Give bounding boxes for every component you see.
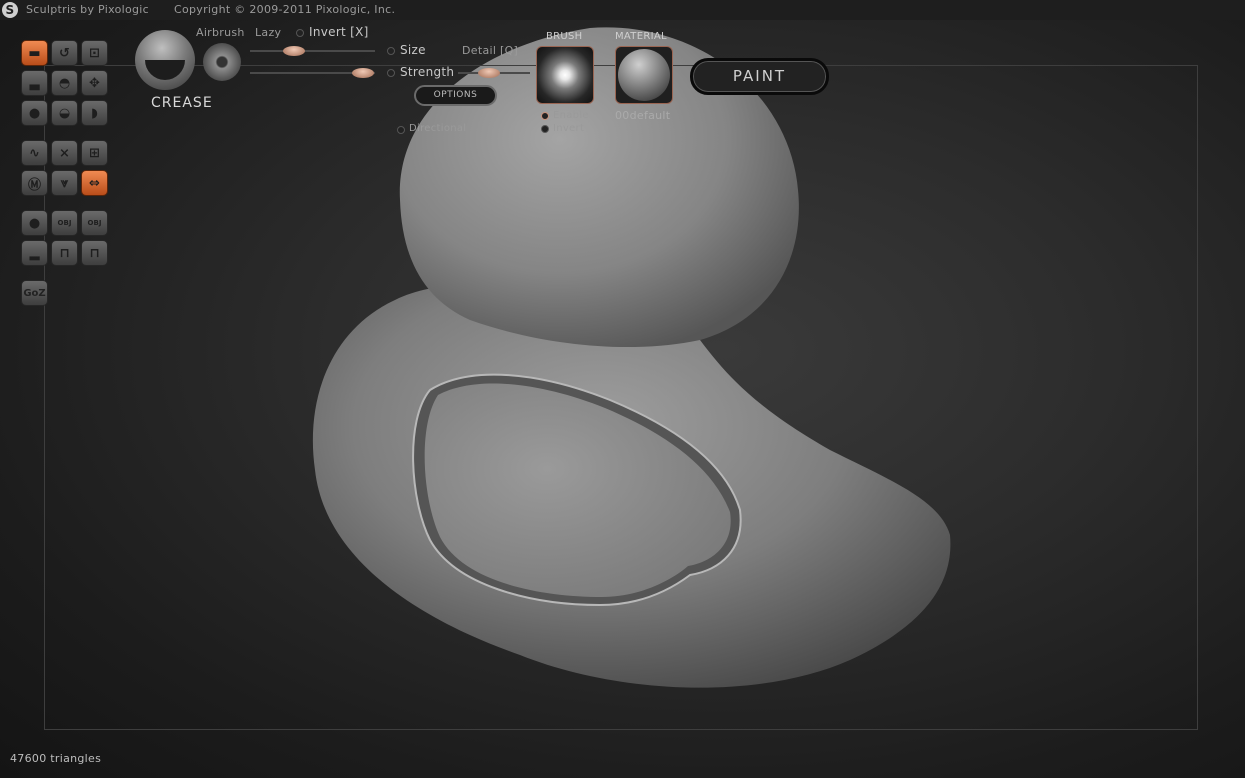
flatten-brush-icon[interactable]: ▃ — [21, 70, 48, 96]
brush-enable-radio[interactable] — [541, 112, 549, 120]
material-sphere-icon — [618, 49, 670, 101]
new-plane-icon[interactable]: ▂ — [21, 240, 48, 266]
airbrush-toggle[interactable]: Airbrush — [196, 26, 245, 39]
reduce-brush-icon[interactable]: ∿ — [21, 140, 48, 166]
brush-invert-label: Invert — [553, 123, 585, 134]
size-label: Size — [400, 43, 426, 57]
invert-radio[interactable] — [296, 29, 304, 37]
rotate-brush-icon[interactable]: ↺ — [51, 40, 78, 66]
brush-falloff-icon[interactable] — [203, 43, 241, 81]
detail-slider-knob[interactable] — [478, 68, 500, 78]
material-name: 00default — [615, 109, 671, 122]
subdivide-all-icon[interactable]: ⊞ — [81, 140, 108, 166]
mask-icon[interactable]: Ⓜ — [21, 170, 48, 196]
smooth-brush-icon[interactable]: ◗ — [81, 100, 108, 126]
lazy-slider-track[interactable] — [250, 50, 375, 52]
open-file-icon[interactable]: ⊓ — [51, 240, 78, 266]
symmetry-icon[interactable]: ⇔ — [81, 170, 108, 196]
pinch-brush-icon[interactable]: ● — [21, 100, 48, 126]
scale-brush-icon[interactable]: ⊡ — [81, 40, 108, 66]
directional-label: Directional — [409, 123, 467, 134]
reduce-selected-icon[interactable]: ⨯ — [51, 140, 78, 166]
material-button[interactable] — [615, 46, 673, 104]
draw-brush-icon[interactable]: ▬ — [21, 40, 48, 66]
lazy-slider-knob[interactable] — [283, 46, 305, 56]
brush-alpha-button[interactable] — [536, 46, 594, 104]
goz-icon[interactable]: GoZ — [21, 280, 48, 306]
options-button[interactable]: OPTIONS — [414, 85, 497, 106]
current-tool-label: CREASE — [151, 95, 213, 111]
invert-label[interactable]: Invert [X] — [309, 25, 369, 39]
brush-title: BRUSH — [546, 31, 583, 42]
save-file-icon[interactable]: ⊓ — [81, 240, 108, 266]
detail-label: Detail [Q] — [462, 44, 519, 57]
viewport-frame — [44, 65, 1198, 730]
lazy-toggle[interactable]: Lazy — [255, 26, 281, 39]
strength-label: Strength — [400, 65, 455, 79]
brush-tool-preview — [135, 30, 195, 90]
inflate-brush-icon[interactable]: ◓ — [51, 70, 78, 96]
grab-brush-icon[interactable]: ✥ — [81, 70, 108, 96]
paint-button[interactable]: PAINT — [690, 58, 829, 95]
crease-brush-icon[interactable]: ◒ — [51, 100, 78, 126]
import-obj-icon[interactable]: OBJ — [51, 210, 78, 236]
material-title: MATERIAL — [615, 31, 667, 42]
directional-radio[interactable] — [397, 126, 405, 134]
export-obj-icon[interactable]: OBJ — [81, 210, 108, 236]
strength-radio[interactable] — [387, 69, 395, 77]
brush-enable-label: Enable — [553, 110, 589, 121]
triangle-count: 47600 triangles — [10, 752, 102, 765]
wireframe-icon[interactable]: ⩔ — [51, 170, 78, 196]
size-radio[interactable] — [387, 47, 395, 55]
new-sphere-icon[interactable]: ● — [21, 210, 48, 236]
brush-invert-radio[interactable] — [541, 125, 549, 133]
size-slider-knob[interactable] — [352, 68, 374, 78]
